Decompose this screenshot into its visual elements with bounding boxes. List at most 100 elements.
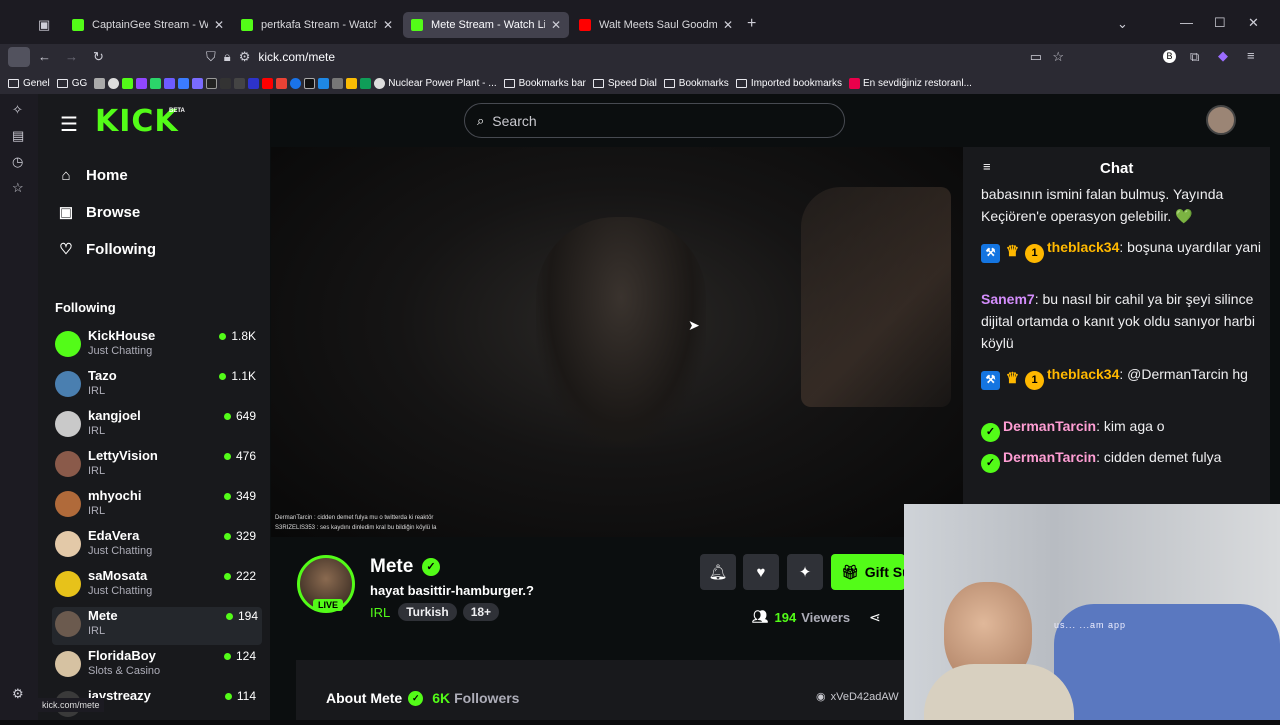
x-bookmark-icon[interactable] [206,77,218,89]
bookmark-icon[interactable] [94,77,106,89]
bookmark-star-icon[interactable]: ☆ [1052,49,1064,65]
collapse-chat-icon[interactable]: ≡ [983,159,991,174]
menu-icon[interactable]: ≡ [1247,48,1255,63]
bookmark-icon[interactable] [360,77,372,89]
following-item[interactable]: saMosata Just Chatting 222 [55,567,260,605]
gift-subs-button[interactable]: 🎁︎Gift Su [831,554,905,590]
video-player[interactable]: ➤ DermanTarcin : cidden demet fulya mu o… [271,147,963,537]
browser-tab-active[interactable]: Mete Stream - Watch Live on Ki✕ [403,12,569,38]
following-item[interactable]: Tazo IRL 1.1K [55,367,260,405]
webcam-person-body [924,664,1074,720]
synced-tabs-icon[interactable]: ▤ [12,128,24,144]
following-item[interactable]: FloridaBoy Slots & Casino 124 [55,647,260,685]
history-icon[interactable]: ◷ [12,154,23,170]
browser-tab[interactable]: CaptainGee Stream - Watch Live✕ [64,12,232,38]
bookmark-icon[interactable] [290,77,302,89]
close-window-icon[interactable]: ✕ [1248,15,1259,31]
following-item[interactable]: EdaVera Just Chatting 329 [55,527,260,565]
vpn-extension-icon[interactable]: ◆ [1218,48,1228,64]
following-item[interactable]: KickHouse Just Chatting 1.8K [55,327,260,365]
bookmark-icon[interactable] [192,77,204,89]
notification-bell-button[interactable]: 🔔︎ [700,554,736,590]
reload-icon[interactable]: ↻ [93,49,104,65]
url-bar[interactable]: ⛉ 🔒︎ ⚙ kick.com/mete ▭ ☆ [200,46,1070,68]
extension-b-icon[interactable]: B [1163,50,1176,63]
about-section: About Mete ✓ 6K Followers ◉ xVeD42adAW [296,660,906,720]
nav-browse[interactable]: ▣ Browse [56,203,140,222]
forward-icon[interactable]: → [65,49,78,64]
back-icon[interactable]: ← [38,49,51,64]
bookmark-icon[interactable] [164,77,176,89]
site-info-icon[interactable]: ⚙ [239,49,251,65]
search-input[interactable]: ⌕ Search [464,103,845,138]
bookmark-folder[interactable]: Bookmarks bar [503,78,586,89]
bookmarks-icon[interactable]: ☆ [12,180,24,196]
category-link[interactable]: IRL [370,605,390,620]
page-edge-content [1270,147,1280,547]
sidebar-toggle-icon[interactable] [8,47,30,67]
bookmark-folder[interactable]: Imported bookmarks [735,78,842,89]
nav-following[interactable]: ♡ Following [56,240,156,259]
youtube-bookmark-icon[interactable] [262,77,274,89]
bookmark-item[interactable]: Nuclear Power Plant - ... [374,77,497,89]
shield-icon[interactable]: ⛉ [206,49,216,65]
tag-turkish[interactable]: Turkish [398,603,457,621]
bookmark-icon[interactable] [248,77,260,89]
nav-home[interactable]: ⌂ Home [56,167,127,184]
kick-bookmark-icon[interactable] [122,77,134,89]
following-item[interactable]: mhyochi IRL 349 [55,487,260,525]
clip-button[interactable]: ✦ [787,554,823,590]
hamburger-menu-icon[interactable]: ☰ [60,112,78,137]
close-tab-icon[interactable]: ✕ [214,18,224,32]
following-item[interactable]: kangjoel IRL 649 [55,407,260,445]
user-avatar[interactable] [1206,105,1236,135]
live-dot-icon [224,692,232,700]
following-item-selected[interactable]: Mete IRL 194 [52,607,262,645]
search-placeholder: Search [492,112,537,129]
bookmark-folder[interactable]: GG [56,78,87,89]
browser-tab[interactable]: Walt Meets Saul Goodman For✕ [571,12,741,38]
following-item[interactable]: LettyVision IRL 476 [55,447,260,485]
new-tab-icon[interactable]: + [747,15,756,33]
settings-gear-icon[interactable]: ⚙ [12,686,24,702]
kick-logo[interactable]: KICK [95,104,179,139]
minimize-icon[interactable]: — [1180,15,1193,30]
bookmark-icon[interactable] [220,77,232,89]
url-text[interactable]: kick.com/mete [258,50,335,64]
bookmark-icon[interactable] [318,77,330,89]
browser-tab[interactable]: pertkafa Stream - Watch Live o✕ [233,12,401,38]
tag-18plus[interactable]: 18+ [462,603,500,621]
search-icon: ⌕ [477,112,485,128]
twitch-bookmark-icon[interactable] [136,77,148,89]
tab-list-icon[interactable]: ▣ [38,17,50,33]
channel-name[interactable]: Mete [370,556,413,578]
close-tab-icon[interactable]: ✕ [383,18,393,32]
bookmark-icon[interactable] [332,77,344,89]
extensions-icon[interactable]: ⧉ [1190,49,1199,65]
moderator-badge-icon: ⚒ [981,371,1000,390]
share-icon[interactable]: ⋖ [869,609,881,626]
bookmark-folder[interactable]: Speed Dial [592,78,657,89]
discord-link[interactable]: ◉ xVeD42adAW [816,690,899,704]
bookmark-icon[interactable] [234,77,246,89]
close-tab-icon[interactable]: ✕ [551,18,561,32]
bookmarks-bar: Genel GG Nuclear Power Plant - ... Bookm… [0,72,1280,94]
drive-bookmark-icon[interactable] [346,77,358,89]
gmail-bookmark-icon[interactable] [276,77,288,89]
yemeksepeti-icon [848,77,860,89]
bookmark-icon[interactable] [150,77,162,89]
avatar [55,611,81,637]
bookmark-folder[interactable]: Bookmarks [663,78,729,89]
close-tab-icon[interactable]: ✕ [723,18,733,32]
bookmark-folder[interactable]: Genel [8,78,50,89]
lock-icon[interactable]: 🔒︎ [224,49,231,65]
ai-chat-icon[interactable]: ✧ [12,102,23,118]
bookmark-icon[interactable] [178,77,190,89]
bookmark-icon[interactable] [304,77,316,89]
maximize-icon[interactable]: ☐ [1214,15,1226,31]
reader-view-icon[interactable]: ▭ [1030,49,1042,65]
follow-heart-button[interactable]: ♥ [743,554,779,590]
chevron-down-icon[interactable]: ⌄ [1117,16,1128,32]
bookmark-icon[interactable] [108,77,120,89]
bookmark-item[interactable]: En sevdiğiniz restoranl... [848,77,972,89]
